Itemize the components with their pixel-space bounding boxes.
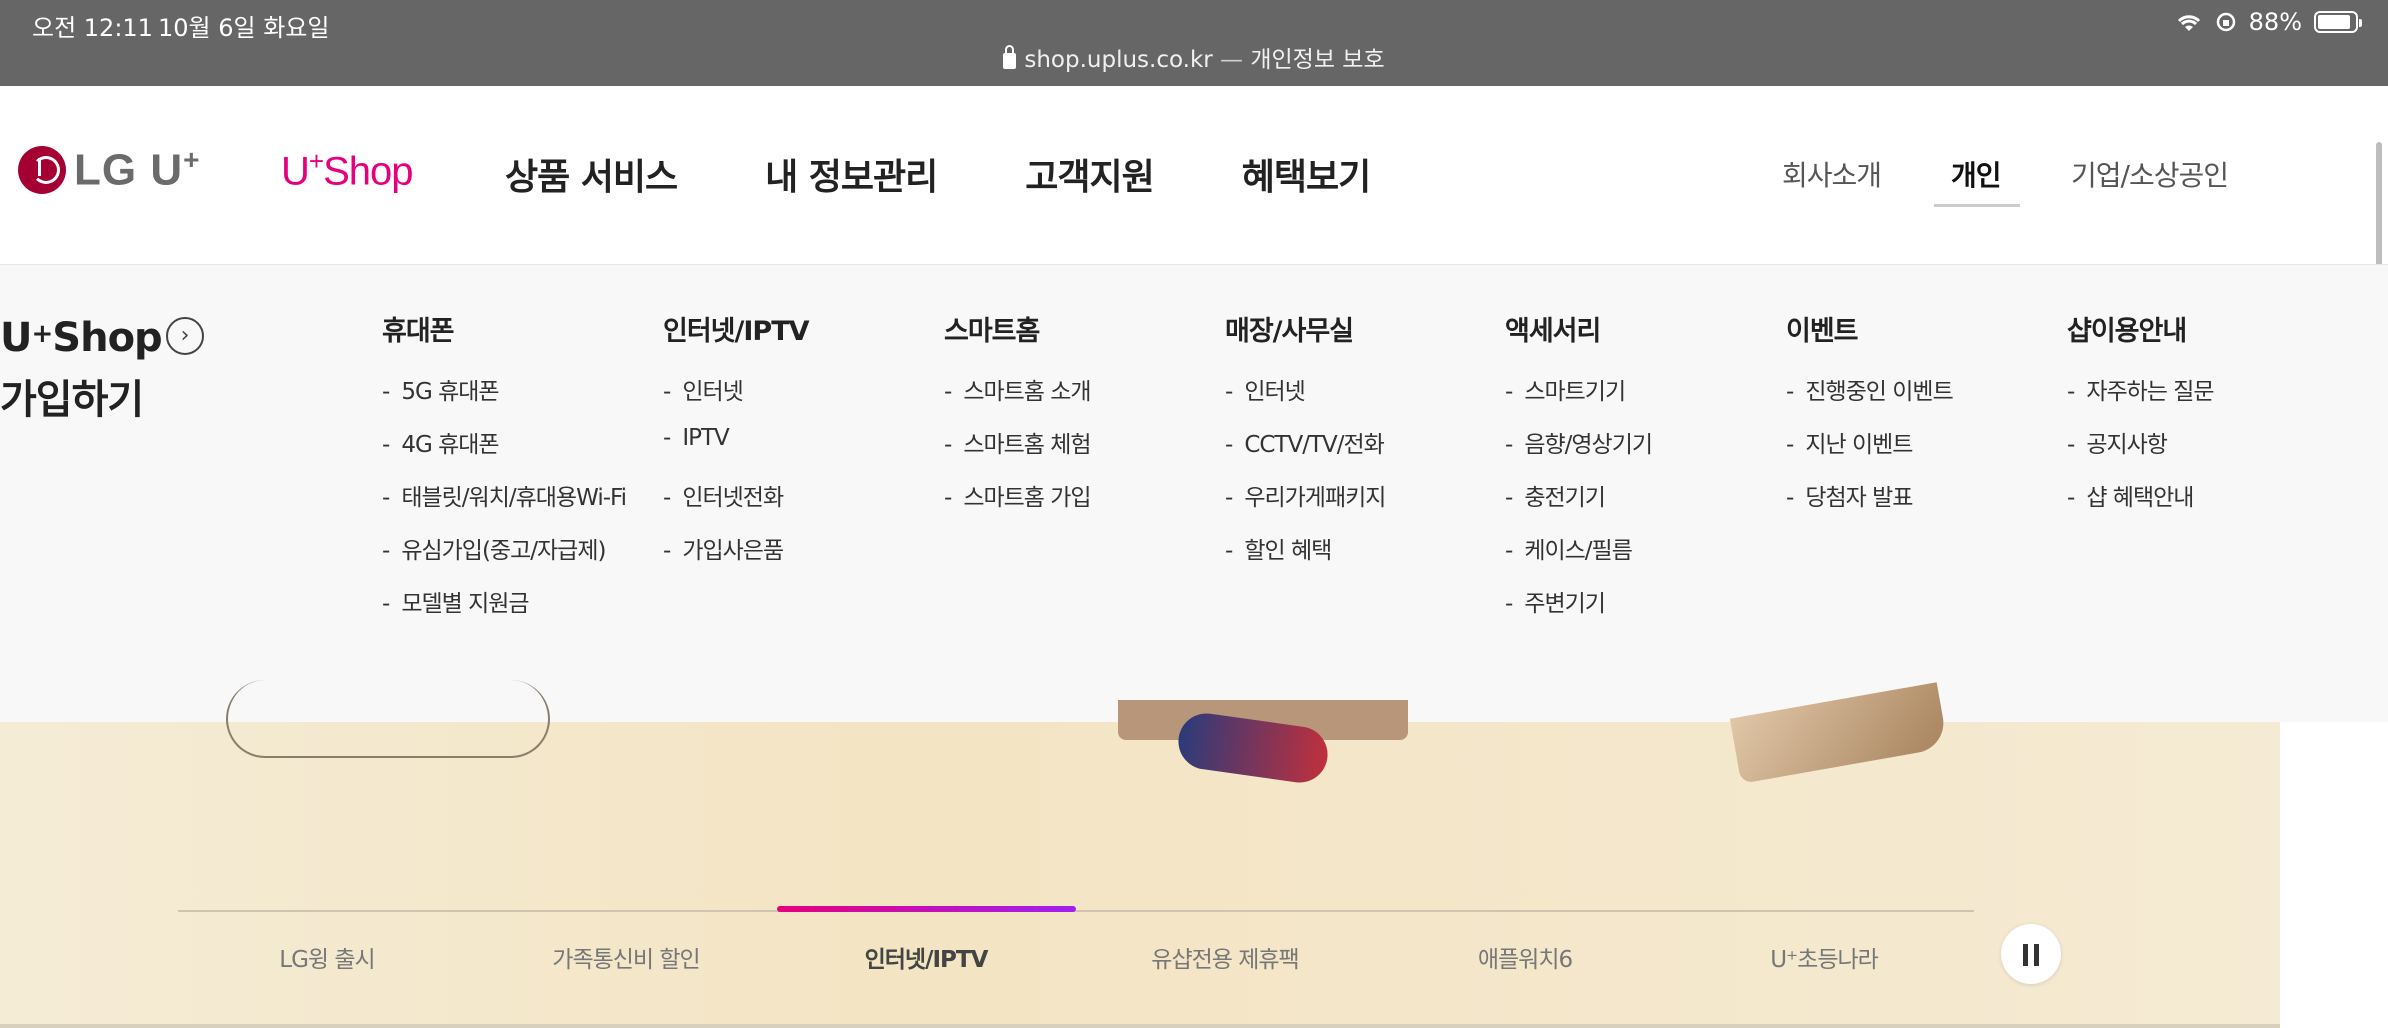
menu-item[interactable]: 주변기기 (1505, 584, 1652, 637)
battery-percent: 88% (2248, 8, 2302, 36)
menu-column-store-office: 매장/사무실 인터넷 CCTV/TV/전화 우리가게패키지 할인 혜택 (1225, 309, 1386, 584)
util-link-company[interactable]: 회사소개 (1782, 154, 1882, 194)
menu-item[interactable]: 태블릿/워치/휴대용Wi-Fi (382, 478, 627, 531)
menu-item[interactable]: CCTV/TV/전화 (1225, 425, 1385, 478)
menu-item[interactable]: 케이스/필름 (1505, 531, 1652, 584)
util-link-business[interactable]: 기업/소상공인 (2071, 154, 2229, 194)
address-bar[interactable]: shop.uplus.co.kr — 개인정보 보호 (0, 40, 2388, 74)
menu-column-accessories: 액세서리 스마트기기 음향/영상기기 충전기기 케이스/필름 주변기기 (1505, 309, 1653, 637)
banner-tab-active[interactable]: 인터넷/IPTV (796, 940, 1056, 974)
rotation-lock-icon (2215, 11, 2237, 33)
menu-item[interactable]: 지난 이벤트 (1786, 425, 1953, 478)
menu-item[interactable]: 충전기기 (1505, 478, 1652, 531)
wifi-icon (2175, 11, 2203, 33)
logo-text: LG U (74, 145, 184, 195)
menu-item[interactable]: 음향/영상기기 (1505, 425, 1653, 478)
mega-menu: U+Shop 가입하기 › 휴대폰 5G 휴대폰 4G 휴대폰 태블릿/워치/휴… (0, 264, 2388, 722)
menu-item[interactable]: IPTV (663, 425, 809, 478)
menu-item[interactable]: 스마트홈 소개 (944, 372, 1091, 425)
menu-item[interactable]: 가입사은품 (663, 531, 809, 584)
nav-item-my-info[interactable]: 내 정보관리 (765, 148, 938, 200)
menu-column-heading[interactable]: 이벤트 (1786, 309, 1953, 348)
ushop-link[interactable]: U+Shop (281, 146, 414, 194)
menu-item[interactable]: 인터넷 (1225, 372, 1385, 425)
menu-column-phone: 휴대폰 5G 휴대폰 4G 휴대폰 태블릿/워치/휴대용Wi-Fi 유심가입(중… (382, 309, 627, 637)
nav-item-products[interactable]: 상품 서비스 (505, 148, 678, 200)
url-privacy-note: 개인정보 보호 (1250, 47, 1385, 73)
banner-tabs-track (178, 910, 1974, 912)
battery-level (2318, 15, 2350, 29)
menu-item[interactable]: 공지사항 (2067, 425, 2214, 478)
banner-tabs-active-indicator (777, 906, 1076, 912)
url-host: shop.uplus.co.kr (1024, 47, 1213, 73)
main-banner (0, 722, 2280, 1028)
bottom-divider (0, 1024, 2280, 1028)
nav-item-support[interactable]: 고객지원 (1025, 148, 1154, 200)
pause-icon[interactable] (2001, 924, 2061, 984)
site-header: LG U+ U+Shop 상품 서비스 내 정보관리 고객지원 혜택보기 회사소… (0, 86, 2388, 264)
chevron-right-icon[interactable]: › (166, 317, 204, 355)
banner-tab[interactable]: U⁺초등나라 (1694, 940, 1954, 974)
menu-item[interactable]: 스마트홈 체험 (944, 425, 1091, 478)
menu-item[interactable]: 모델별 지원금 (382, 584, 626, 637)
util-link-personal[interactable]: 개인 (1951, 154, 2002, 194)
lg-uplus-logo[interactable]: LG U+ (18, 144, 200, 196)
menu-column-shop-guide: 샵이용안내 자주하는 질문 공지사항 샵 혜택안내 (2067, 309, 2215, 531)
status-bar: 오전 12:11 10월 6일 화요일 shop.uplus.co.kr — 개… (0, 0, 2388, 86)
menu-column-heading[interactable]: 휴대폰 (382, 309, 626, 348)
menu-item[interactable]: 유심가입(중고/자급제) (382, 531, 626, 584)
status-indicators: 88% (2175, 8, 2362, 36)
banner-tab[interactable]: 가족통신비 할인 (496, 940, 756, 974)
banner-tab[interactable]: 애플워치6 (1395, 940, 1655, 974)
lock-icon (1003, 45, 1017, 69)
menu-item[interactable]: 진행중인 이벤트 (1786, 372, 1953, 425)
menu-item[interactable]: 인터넷 (663, 372, 809, 425)
menu-column-heading[interactable]: 샵이용안내 (2067, 309, 2214, 348)
menu-column-events: 이벤트 진행중인 이벤트 지난 이벤트 당첨자 발표 (1786, 309, 1954, 531)
mega-menu-title[interactable]: U+Shop 가입하기 (0, 307, 163, 431)
global-nav: 상품 서비스 내 정보관리 고객지원 혜택보기 (505, 148, 1458, 200)
banner-side (2280, 722, 2388, 1028)
menu-item[interactable]: 할인 혜택 (1225, 531, 1385, 584)
menu-item[interactable]: 5G 휴대폰 (382, 372, 626, 425)
menu-item[interactable]: 우리가게패키지 (1225, 478, 1386, 531)
menu-column-heading[interactable]: 액세서리 (1505, 309, 1652, 348)
nav-item-benefits[interactable]: 혜택보기 (1242, 148, 1371, 200)
menu-column-heading[interactable]: 스마트홈 (944, 309, 1091, 348)
menu-item[interactable]: 스마트기기 (1505, 372, 1652, 425)
banner-tab[interactable]: LG윙 출시 (197, 940, 457, 974)
menu-item[interactable]: 인터넷전화 (663, 478, 809, 531)
battery-icon (2314, 11, 2362, 33)
status-time: 오전 12:11 (32, 14, 153, 42)
lg-logo-icon (18, 145, 66, 194)
menu-column-internet-iptv: 인터넷/IPTV 인터넷 IPTV 인터넷전화 가입사은품 (663, 309, 810, 584)
menu-column-smarthome: 스마트홈 스마트홈 소개 스마트홈 체험 스마트홈 가입 (944, 309, 1092, 531)
status-date: 10월 6일 화요일 (158, 14, 330, 42)
menu-item[interactable]: 4G 휴대폰 (382, 425, 626, 478)
menu-item[interactable]: 당첨자 발표 (1786, 478, 1953, 531)
banner-tab[interactable]: 유샵전용 제휴팩 (1095, 940, 1355, 974)
menu-item[interactable]: 샵 혜택안내 (2067, 478, 2214, 531)
menu-item[interactable]: 스마트홈 가입 (944, 478, 1091, 531)
active-util-indicator (1934, 204, 2020, 207)
menu-column-heading[interactable]: 인터넷/IPTV (663, 309, 810, 348)
menu-column-heading[interactable]: 매장/사무실 (1225, 309, 1385, 348)
menu-item[interactable]: 자주하는 질문 (2067, 372, 2214, 425)
banner-cta-button[interactable] (226, 680, 550, 758)
